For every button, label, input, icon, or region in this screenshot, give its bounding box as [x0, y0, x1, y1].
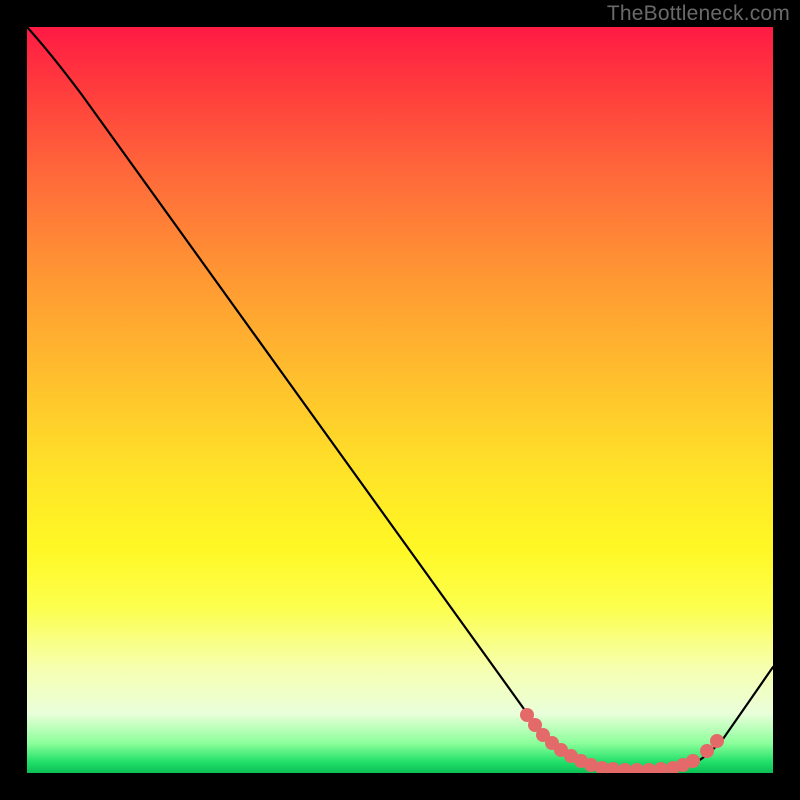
watermark-text: TheBottleneck.com — [607, 2, 790, 26]
chart-stage: TheBottleneck.com — [0, 0, 800, 800]
curve-layer — [27, 27, 773, 773]
bottleneck-curve — [27, 27, 773, 769]
plot-area — [27, 27, 773, 773]
marker-dots — [520, 708, 724, 773]
